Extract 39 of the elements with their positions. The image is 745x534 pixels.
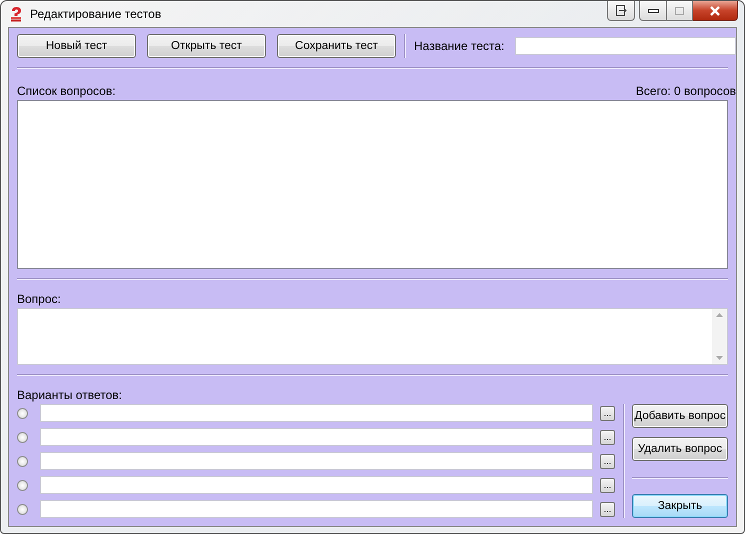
radio-button[interactable] [17, 504, 28, 514]
close-button[interactable] [693, 1, 738, 21]
close-icon [709, 6, 721, 16]
scroll-down-icon [716, 356, 723, 360]
toolbar-button[interactable]: Открыть тест [147, 34, 266, 58]
radio-button[interactable] [17, 408, 28, 418]
radio-button[interactable] [17, 480, 28, 490]
browse-button[interactable]: ... [600, 454, 615, 468]
answer-field[interactable] [40, 428, 593, 446]
action-button[interactable]: Добавить вопрос [632, 404, 728, 428]
window-icon [616, 5, 626, 16]
radio-button[interactable] [17, 456, 28, 466]
action-button[interactable]: Удалить вопрос [632, 437, 728, 461]
answer-field[interactable] [40, 404, 593, 422]
section-label: Варианты ответов: [17, 388, 123, 402]
minimize-button[interactable] [639, 1, 667, 21]
action-button[interactable]: Закрыть [632, 494, 728, 518]
browse-button[interactable]: ... [600, 478, 615, 492]
maximize-icon [675, 6, 684, 14]
app-icon [8, 6, 24, 22]
toolbar-button[interactable]: Сохранить тест [277, 34, 396, 58]
minimize-icon [648, 8, 658, 12]
test-name-label: Название теста: [414, 39, 504, 53]
browse-button[interactable]: ... [600, 430, 615, 444]
browse-button[interactable]: ... [600, 502, 615, 516]
answer-field[interactable] [40, 476, 593, 494]
answer-field[interactable] [40, 452, 593, 470]
section-label: Вопрос: [17, 292, 62, 306]
question-field[interactable] [17, 308, 728, 365]
question-count: Всего: 0 вопросов [636, 84, 736, 98]
test-name-field[interactable] [515, 37, 736, 55]
browse-button[interactable]: ... [600, 406, 615, 420]
scroll-up-icon [716, 313, 723, 317]
window-title: Редактирование тестов [30, 7, 162, 21]
toolbar-button[interactable]: Новый тест [17, 34, 136, 58]
answer-field[interactable] [40, 500, 593, 518]
section-label: Список вопросов: [17, 84, 116, 98]
radio-button[interactable] [17, 432, 28, 442]
window-menu-button[interactable] [607, 1, 635, 21]
